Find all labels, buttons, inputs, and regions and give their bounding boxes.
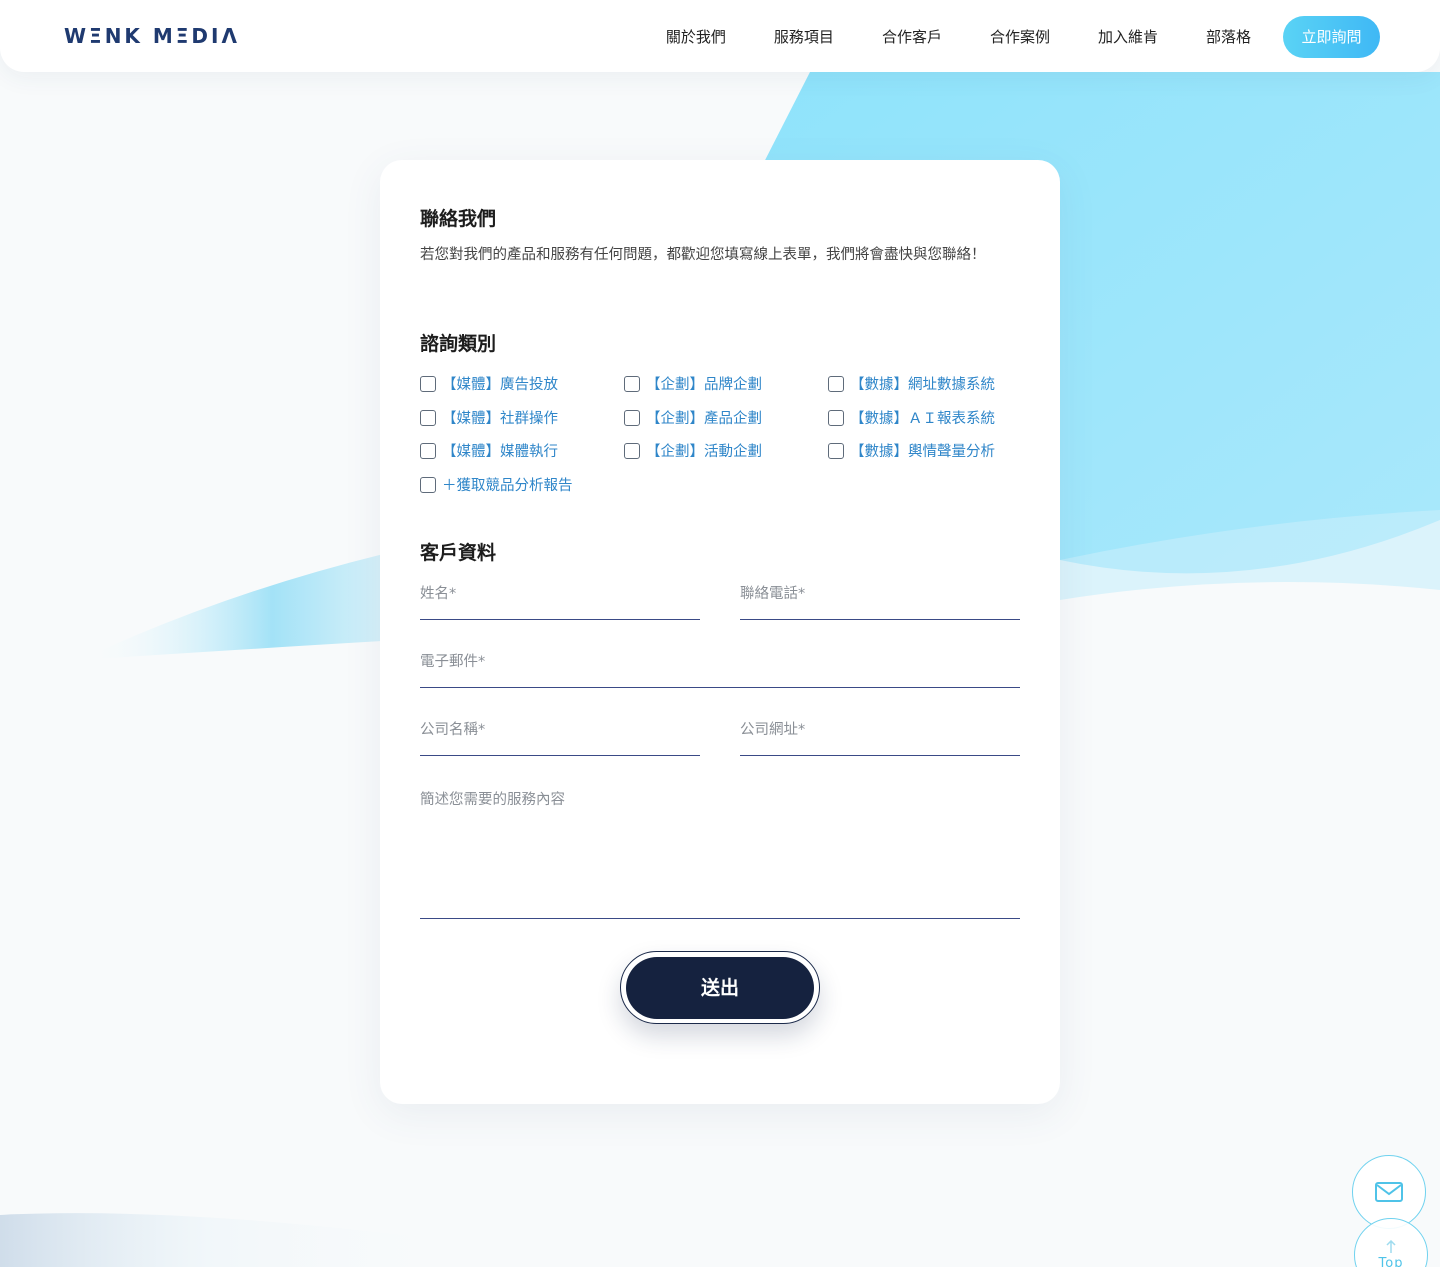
name-input[interactable] bbox=[420, 576, 700, 612]
website-field bbox=[740, 712, 1020, 756]
phone-field bbox=[740, 576, 1020, 620]
category-option-ad-placement[interactable]: 【媒體】廣告投放 bbox=[420, 373, 558, 394]
category-option-label: 【企劃】品牌企劃 bbox=[646, 377, 762, 393]
email-field bbox=[420, 644, 1020, 688]
checkbox[interactable] bbox=[420, 375, 436, 392]
nav-about[interactable]: 關於我們 bbox=[666, 17, 726, 57]
category-option-event-planning[interactable]: 【企劃】活動企劃 bbox=[624, 440, 762, 461]
category-option-label: 【企劃】活動企劃 bbox=[646, 444, 762, 460]
category-option-label: 【媒體】廣告投放 bbox=[442, 377, 558, 393]
category-option-media-execution[interactable]: 【媒體】媒體執行 bbox=[420, 440, 558, 461]
phone-input[interactable] bbox=[740, 576, 1020, 612]
category-option-label: 【媒體】媒體執行 bbox=[442, 444, 558, 460]
message-field bbox=[420, 788, 1020, 919]
category-option-label: 【媒體】社群操作 bbox=[442, 411, 558, 427]
category-option-sentiment-analysis[interactable]: 【數據】輿情聲量分析 bbox=[828, 440, 995, 461]
category-option-brand-planning[interactable]: 【企劃】品牌企劃 bbox=[624, 373, 762, 394]
checkbox[interactable] bbox=[828, 409, 844, 426]
checkbox[interactable] bbox=[420, 476, 436, 493]
contact-intro: 若您對我們的產品和服務有任何問題，都歡迎您填寫線上表單，我們將會盡快與您聯絡！ bbox=[420, 247, 986, 263]
category-option-label: 【數據】ＡＩ報表系統 bbox=[850, 411, 995, 427]
inquire-now-button[interactable]: 立即詢問 bbox=[1283, 16, 1380, 58]
category-option-label: 【數據】輿情聲量分析 bbox=[850, 444, 995, 460]
nav-cases[interactable]: 合作案例 bbox=[990, 17, 1050, 57]
checkbox[interactable] bbox=[420, 442, 436, 459]
category-option-competitor-report[interactable]: ＋獲取競品分析報告 bbox=[420, 474, 573, 495]
checkbox[interactable] bbox=[624, 375, 640, 392]
category-option-label: 【數據】網址數據系統 bbox=[850, 377, 995, 393]
category-option-label: ＋獲取競品分析報告 bbox=[442, 478, 573, 494]
arrow-up-icon bbox=[1386, 1239, 1396, 1253]
checkbox[interactable] bbox=[624, 442, 640, 459]
checkbox[interactable] bbox=[828, 375, 844, 392]
main-nav: 關於我們 服務項目 合作客戶 合作案例 加入維肯 部落格 立即詢問 bbox=[666, 16, 1380, 58]
submit-button[interactable]: 送出 bbox=[620, 951, 820, 1024]
mail-icon bbox=[1375, 1182, 1403, 1202]
category-option-ai-report-system[interactable]: 【數據】ＡＩ報表系統 bbox=[828, 407, 995, 428]
checkbox[interactable] bbox=[828, 442, 844, 459]
website-input[interactable] bbox=[740, 712, 1020, 748]
company-input[interactable] bbox=[420, 712, 700, 748]
category-option-product-planning[interactable]: 【企劃】產品企劃 bbox=[624, 407, 762, 428]
submit-button-label: 送出 bbox=[626, 956, 814, 1019]
contact-title: 聯絡我們 bbox=[420, 208, 497, 230]
email-input[interactable] bbox=[420, 644, 1020, 680]
category-title: 諮詢類別 bbox=[420, 333, 497, 355]
client-info-title: 客戶資料 bbox=[420, 542, 497, 564]
category-option-label: 【企劃】產品企劃 bbox=[646, 411, 762, 427]
message-textarea[interactable] bbox=[420, 788, 1020, 908]
checkbox[interactable] bbox=[624, 409, 640, 426]
nav-blog[interactable]: 部落格 bbox=[1206, 17, 1251, 57]
category-option-social-operation[interactable]: 【媒體】社群操作 bbox=[420, 407, 558, 428]
company-field bbox=[420, 712, 700, 756]
nav-careers[interactable]: 加入維肯 bbox=[1098, 17, 1158, 57]
site-header: WΞNK MΞDIΛ 關於我們 服務項目 合作客戶 合作案例 加入維肯 部落格 … bbox=[0, 0, 1440, 72]
contact-form-card: 聯絡我們 若您對我們的產品和服務有任何問題，都歡迎您填寫線上表單，我們將會盡快與… bbox=[380, 160, 1060, 1104]
checkbox[interactable] bbox=[420, 409, 436, 426]
wenk-media-logo[interactable]: WΞNK MΞDIΛ bbox=[64, 24, 240, 48]
nav-services[interactable]: 服務項目 bbox=[774, 17, 834, 57]
name-field bbox=[420, 576, 700, 620]
top-label: Top bbox=[1378, 1255, 1404, 1267]
nav-clients[interactable]: 合作客戶 bbox=[882, 17, 942, 57]
category-option-web-data-system[interactable]: 【數據】網址數據系統 bbox=[828, 373, 995, 394]
